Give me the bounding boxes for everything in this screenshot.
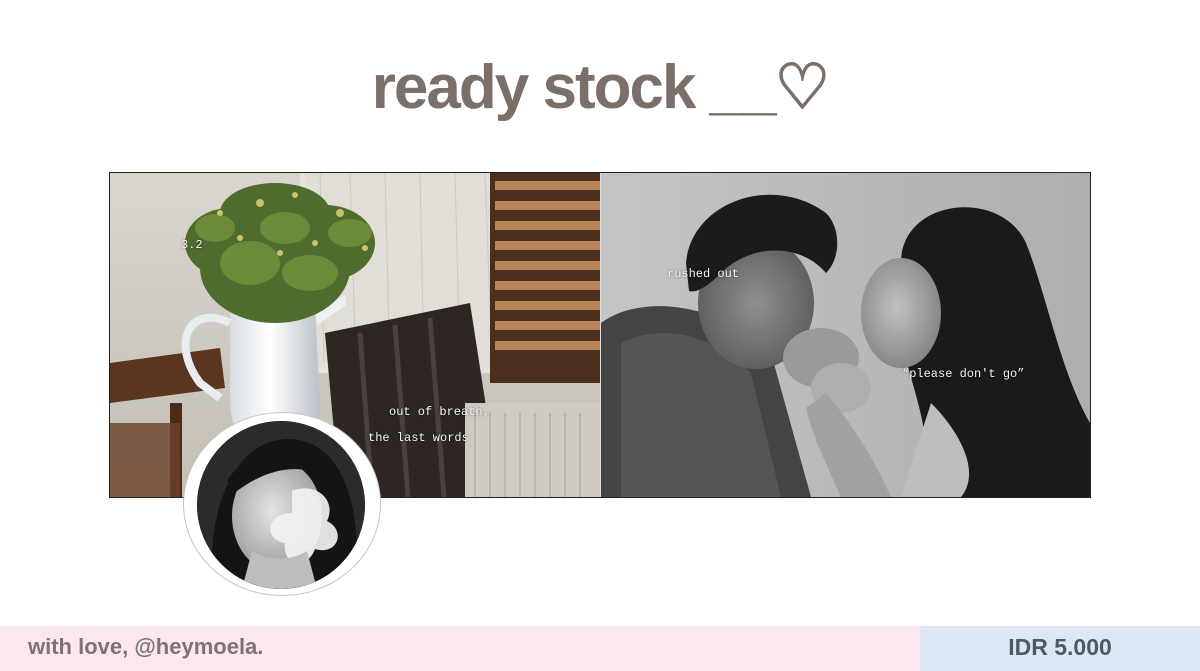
credit-text: with love, @heymoela. [28, 634, 264, 659]
portrait-photo [197, 421, 365, 589]
caption-line-2: the last words [368, 431, 469, 445]
caption-number: 3.2 [181, 238, 203, 252]
couple-film-still-photo: rushed out “please don't go” [601, 173, 1090, 497]
footer-credit-bar: with love, @heymoela. [0, 626, 920, 671]
portrait-illustration [197, 421, 365, 589]
footer-price-bar: IDR 5.000 [920, 626, 1200, 671]
page-title: ready stock __♡ [371, 53, 830, 122]
avatar [183, 412, 381, 596]
couple-illustration [601, 173, 1090, 497]
caption-line-1: out of breath, [389, 405, 490, 419]
caption-quote: “please don't go” [902, 367, 1025, 381]
caption-top: rushed out [667, 267, 740, 281]
price-label: IDR 5.000 [1008, 634, 1112, 660]
